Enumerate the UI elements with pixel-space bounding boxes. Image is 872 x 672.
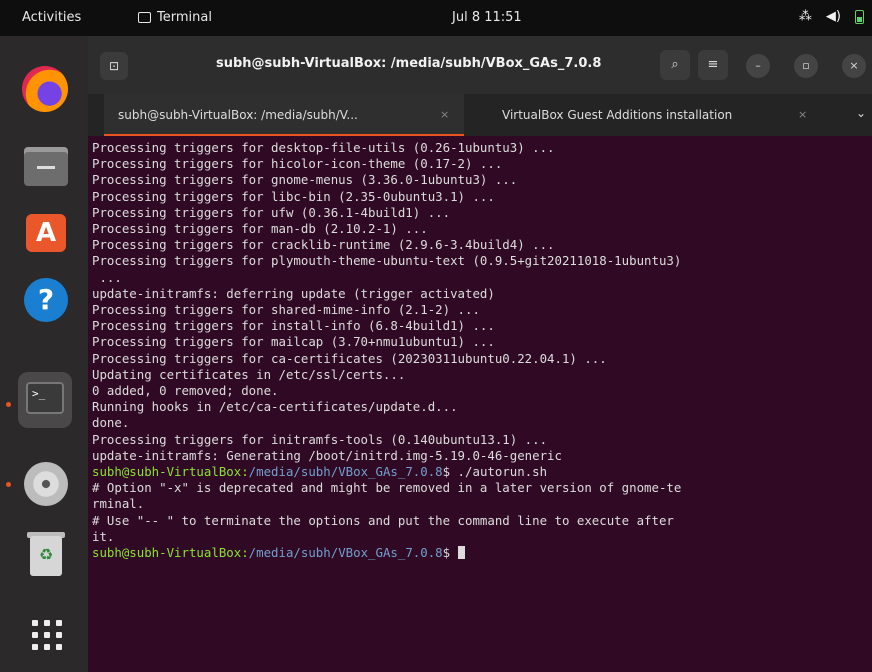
prompt-path: /media/subh/VBox_GAs_7.0.8 (248, 545, 443, 561)
tab-bar: subh@subh-VirtualBox: /media/subh/V... ×… (88, 94, 872, 136)
terminal-line: ... (92, 269, 122, 285)
ubuntu-software-icon[interactable]: A (22, 208, 70, 256)
header-bar: ⊡ subh@subh-VirtualBox: /media/subh/VBox… (88, 36, 872, 94)
tab-label: subh@subh-VirtualBox: /media/subh/V... (118, 108, 358, 122)
terminal-line: done. (92, 415, 130, 431)
tab-menu-chevron-icon[interactable]: ⌄ (856, 106, 866, 120)
volume-icon: ◀) (825, 9, 841, 24)
clock[interactable]: Jul 8 11:51 (452, 10, 522, 25)
app-menu[interactable]: Terminal (138, 10, 212, 25)
text-cursor (457, 546, 465, 560)
terminal-line: it. (92, 528, 115, 544)
terminal-line: # Option "-x" is deprecated and might be… (92, 480, 682, 496)
tab-shell[interactable]: subh@subh-VirtualBox: /media/subh/V... × (104, 94, 464, 136)
terminal-icon (138, 12, 151, 23)
terminal-line: Processing triggers for libc-bin (2.35-0… (92, 188, 495, 204)
terminal-window: ⊡ subh@subh-VirtualBox: /media/subh/VBox… (88, 36, 872, 672)
search-icon[interactable]: ⌕ (660, 50, 690, 80)
terminal-line: Processing triggers for ca-certificates … (92, 350, 607, 366)
system-tray[interactable]: ⁂ ◀) (799, 9, 864, 24)
prompt-user: subh@subh-VirtualBox (92, 545, 242, 561)
terminal-line: Updating certificates in /etc/ssl/certs.… (92, 366, 406, 382)
battery-icon (855, 9, 864, 24)
new-tab-button[interactable]: ⊡ (100, 52, 128, 80)
terminal-output[interactable]: Processing triggers for desktop-file-uti… (92, 140, 872, 670)
terminal-line: Processing triggers for plymouth-theme-u… (92, 253, 682, 269)
prompt-line: subh@subh-VirtualBox:/media/subh/VBox_GA… (92, 545, 872, 561)
close-icon[interactable]: × (842, 54, 866, 78)
terminal-line: Processing triggers for shared-mime-info… (92, 302, 480, 318)
running-indicator (6, 482, 11, 487)
prompt-user: subh@subh-VirtualBox (92, 464, 242, 480)
terminal-line: Processing triggers for initramfs-tools … (92, 431, 548, 447)
tab-label: VirtualBox Guest Additions installation (502, 108, 733, 122)
prompt-path: /media/subh/VBox_GAs_7.0.8 (248, 464, 443, 480)
prompt-command: $ ./autorun.sh (442, 464, 548, 480)
terminal-line: Running hooks in /etc/ca-certificates/up… (92, 399, 458, 415)
terminal-line: rminal. (92, 496, 145, 512)
trash-icon[interactable]: ♻ (22, 532, 70, 580)
terminal-line: Processing triggers for install-info (6.… (92, 318, 495, 334)
help-icon[interactable]: ? (22, 276, 70, 324)
dock: A ? >_ ♻ (0, 36, 88, 672)
hamburger-menu-icon[interactable]: ≡ (698, 50, 728, 80)
activities-button[interactable]: Activities (22, 10, 81, 25)
terminal-line: Processing triggers for hicolor-icon-the… (92, 156, 503, 172)
maximize-icon[interactable]: ▫ (794, 54, 818, 78)
network-icon: ⁂ (798, 9, 812, 24)
running-indicator (6, 402, 11, 407)
terminal-line: Processing triggers for man-db (2.10.2-1… (92, 221, 428, 237)
tab-close-icon[interactable]: × (440, 94, 449, 136)
terminal-line: update-initramfs: Generating /boot/initr… (92, 447, 562, 463)
show-applications-icon[interactable] (22, 612, 70, 660)
tab-guest-additions[interactable]: VirtualBox Guest Additions installation … (488, 94, 828, 136)
firefox-icon[interactable] (22, 66, 68, 112)
terminal-line: Processing triggers for ufw (0.36.1-4bui… (92, 204, 451, 220)
files-icon[interactable] (22, 144, 70, 192)
minimize-icon[interactable]: – (746, 54, 770, 78)
terminal-line: update-initramfs: deferring update (trig… (92, 285, 495, 301)
terminal-dock-icon[interactable]: >_ (18, 372, 72, 428)
top-bar: Activities Terminal Jul 8 11:51 ⁂ ◀) (0, 0, 872, 36)
prompt-command: $ (442, 545, 458, 561)
terminal-line: Processing triggers for desktop-file-uti… (92, 140, 555, 155)
terminal-line: Processing triggers for mailcap (3.70+nm… (92, 334, 495, 350)
terminal-line: Processing triggers for gnome-menus (3.3… (92, 172, 518, 188)
app-menu-label: Terminal (157, 10, 212, 25)
terminal-line: Processing triggers for cracklib-runtime… (92, 237, 555, 253)
terminal-line: # Use "-- " to terminate the options and… (92, 512, 674, 528)
terminal-line: 0 added, 0 removed; done. (92, 383, 279, 399)
tab-close-icon[interactable]: × (798, 94, 807, 136)
prompt-line: subh@subh-VirtualBox:/media/subh/VBox_GA… (92, 464, 548, 480)
window-title: subh@subh-VirtualBox: /media/subh/VBox_G… (216, 56, 602, 71)
disc-icon[interactable] (22, 460, 70, 508)
